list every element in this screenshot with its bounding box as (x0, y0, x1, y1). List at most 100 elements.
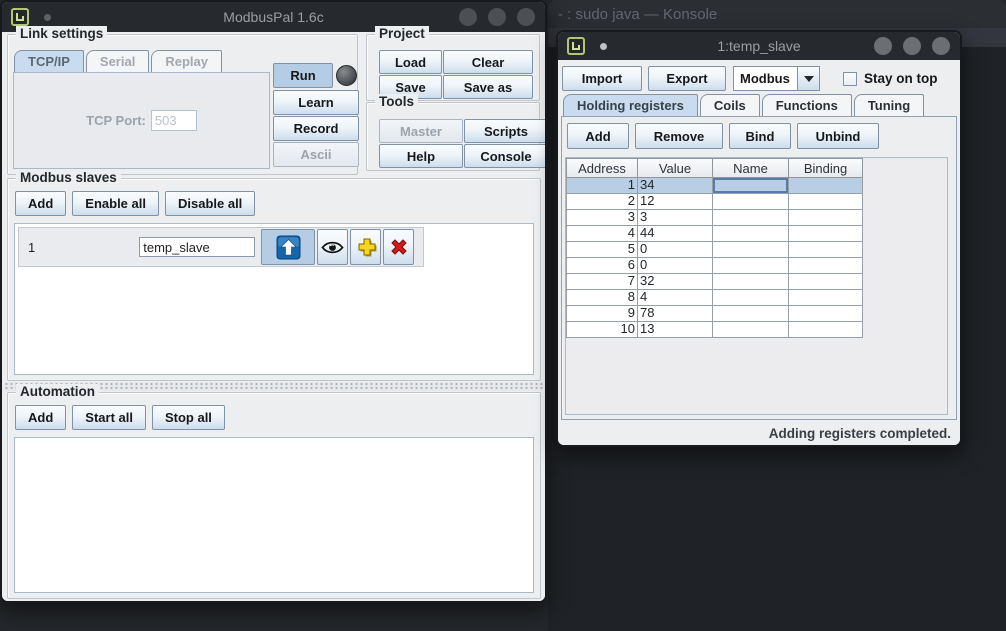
cell-value[interactable]: 32 (638, 274, 713, 290)
cell-value[interactable]: 34 (638, 178, 713, 194)
console-button[interactable]: Console (464, 144, 547, 168)
cell-address[interactable]: 7 (566, 274, 638, 290)
cell-address[interactable]: 5 (566, 242, 638, 258)
cell-binding[interactable] (789, 322, 863, 338)
learn-button[interactable]: Learn (273, 90, 359, 115)
cell-value[interactable]: 0 (638, 258, 713, 274)
cell-binding[interactable] (789, 306, 863, 322)
tab-tuning[interactable]: Tuning (854, 94, 924, 117)
slave-name-field[interactable] (139, 237, 255, 257)
minimize-button[interactable] (459, 8, 477, 26)
slave-view-button[interactable] (317, 229, 348, 265)
cell-binding[interactable] (789, 226, 863, 242)
cell-name[interactable] (713, 306, 789, 322)
cell-name[interactable] (713, 226, 789, 242)
cell-binding[interactable] (789, 194, 863, 210)
cell-name[interactable] (713, 258, 789, 274)
run-button[interactable]: Run (273, 63, 333, 88)
table-row[interactable]: 8 4 (566, 290, 864, 306)
help-button[interactable]: Help (379, 144, 463, 168)
clear-button[interactable]: Clear (443, 50, 533, 74)
disable-all-button[interactable]: Disable all (165, 191, 255, 216)
chevron-down-icon[interactable] (797, 66, 820, 91)
cell-name[interactable] (713, 242, 789, 258)
cell-binding[interactable] (789, 242, 863, 258)
cell-name[interactable] (713, 290, 789, 306)
column-header-binding[interactable]: Binding (789, 158, 863, 178)
cell-address[interactable]: 3 (566, 210, 638, 226)
protocol-combobox[interactable]: Modbus (733, 66, 820, 91)
cell-name[interactable] (713, 178, 789, 194)
cell-address[interactable]: 6 (566, 258, 638, 274)
table-row[interactable]: 7 32 (566, 274, 864, 290)
table-row[interactable]: 3 3 (566, 210, 864, 226)
konsole-titlebar[interactable]: - : sudo java — Konsole (548, 0, 1006, 28)
slave-delete-button[interactable] (383, 229, 414, 265)
slave-titlebar[interactable]: 1:temp_slave (558, 32, 960, 60)
table-row[interactable]: 9 78 (566, 306, 864, 322)
stay-on-top-checkbox[interactable] (843, 72, 857, 86)
registers-scrollpane[interactable]: Address Value Name Binding 1 34 2 12 (565, 157, 948, 415)
register-bind-button[interactable]: Bind (729, 123, 791, 149)
tab-tcpip[interactable]: TCP/IP (14, 50, 84, 73)
close-button[interactable] (517, 8, 535, 26)
cell-value[interactable]: 4 (638, 290, 713, 306)
maximize-button[interactable] (488, 8, 506, 26)
cell-name[interactable] (713, 210, 789, 226)
window-menu-icon[interactable] (567, 37, 585, 55)
cell-address[interactable]: 9 (566, 306, 638, 322)
table-row[interactable]: 2 12 (566, 194, 864, 210)
cell-value[interactable]: 13 (638, 322, 713, 338)
export-button[interactable]: Export (648, 66, 726, 91)
slaves-add-button[interactable]: Add (15, 191, 66, 216)
tab-functions[interactable]: Functions (762, 94, 852, 117)
maximize-button[interactable] (903, 37, 921, 55)
start-all-button[interactable]: Start all (72, 405, 146, 430)
close-button[interactable] (932, 37, 950, 55)
cell-name[interactable] (713, 194, 789, 210)
cell-value[interactable]: 44 (638, 226, 713, 242)
minimize-button[interactable] (874, 37, 892, 55)
import-button[interactable]: Import (562, 66, 642, 91)
cell-value[interactable]: 0 (638, 242, 713, 258)
tab-serial[interactable]: Serial (86, 50, 149, 73)
slave-enable-toggle[interactable] (261, 229, 315, 265)
tab-replay[interactable]: Replay (151, 50, 222, 73)
column-header-address[interactable]: Address (566, 158, 638, 178)
cell-address[interactable]: 1 (566, 178, 638, 194)
table-row[interactable]: 10 13 (566, 322, 864, 338)
enable-all-button[interactable]: Enable all (72, 191, 159, 216)
cell-value[interactable]: 3 (638, 210, 713, 226)
tab-holding-registers[interactable]: Holding registers (563, 94, 698, 117)
slave-add-register-button[interactable] (350, 229, 381, 265)
cell-binding[interactable] (789, 290, 863, 306)
cell-value[interactable]: 78 (638, 306, 713, 322)
column-header-name[interactable]: Name (713, 158, 789, 178)
record-button[interactable]: Record (273, 116, 359, 141)
tcp-port-field[interactable] (151, 110, 197, 131)
cell-binding[interactable] (789, 178, 863, 194)
scripts-button[interactable]: Scripts (464, 119, 547, 143)
register-remove-button[interactable]: Remove (635, 123, 723, 149)
cell-address[interactable]: 10 (566, 322, 638, 338)
table-row[interactable]: 5 0 (566, 242, 864, 258)
cell-address[interactable]: 4 (566, 226, 638, 242)
save-as-button[interactable]: Save as (443, 75, 533, 99)
table-row[interactable]: 4 44 (566, 226, 864, 242)
cell-value[interactable]: 12 (638, 194, 713, 210)
register-add-button[interactable]: Add (567, 123, 629, 149)
stop-all-button[interactable]: Stop all (152, 405, 225, 430)
register-unbind-button[interactable]: Unbind (797, 123, 879, 149)
window-menu-icon[interactable] (11, 8, 29, 26)
cell-name[interactable] (713, 274, 789, 290)
table-row[interactable]: 1 34 (566, 178, 864, 194)
cell-binding[interactable] (789, 210, 863, 226)
cell-name[interactable] (713, 322, 789, 338)
table-row[interactable]: 6 0 (566, 258, 864, 274)
load-button[interactable]: Load (379, 50, 442, 74)
cell-address[interactable]: 2 (566, 194, 638, 210)
cell-binding[interactable] (789, 274, 863, 290)
cell-binding[interactable] (789, 258, 863, 274)
tab-coils[interactable]: Coils (700, 94, 760, 117)
column-header-value[interactable]: Value (638, 158, 713, 178)
